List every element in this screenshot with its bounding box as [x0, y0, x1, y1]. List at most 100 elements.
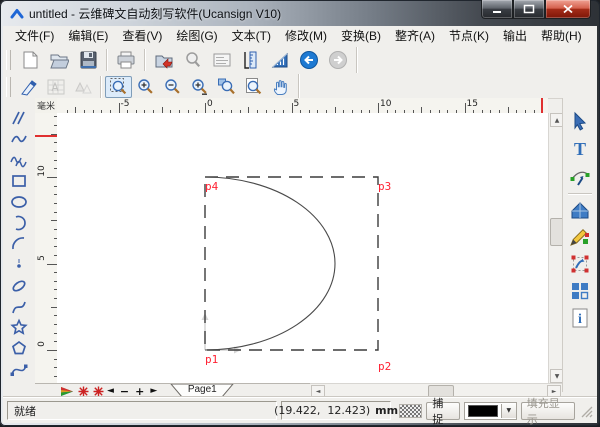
next-page-icon[interactable]: ► [147, 386, 160, 396]
page-tab[interactable]: Page1 [170, 384, 234, 398]
transform-object-button[interactable] [566, 251, 594, 277]
knife-tool-button[interactable] [15, 76, 42, 98]
block-palette-icon [569, 280, 591, 302]
toolbar-edge [298, 74, 299, 100]
zoom-object-button[interactable] [213, 76, 240, 98]
forward-button[interactable] [323, 46, 352, 74]
new-file-button[interactable] [15, 46, 44, 74]
svg-text:i: i [578, 312, 582, 327]
menu-file[interactable]: 文件(F) [8, 26, 61, 45]
menu-edit[interactable]: 编辑(E) [61, 26, 115, 45]
measure-ruler-icon [241, 50, 261, 70]
zoom-out-button[interactable] [159, 76, 186, 98]
render-3d-button[interactable] [566, 197, 594, 223]
minimize-button[interactable] [481, 0, 513, 19]
bezier-node-tool-button[interactable] [6, 359, 32, 380]
close-button[interactable] [545, 0, 591, 19]
line-icon [9, 108, 29, 128]
layers-flag-icon[interactable] [60, 386, 74, 397]
import-button[interactable] [149, 46, 178, 74]
back-button[interactable] [294, 46, 323, 74]
select-tool-button[interactable] [566, 109, 594, 135]
array-tool-button-disabled [42, 76, 69, 98]
rotated-ellipse-tool-button[interactable] [6, 275, 32, 296]
pan-hand-button[interactable] [267, 76, 294, 98]
menu-view[interactable]: 查看(V) [115, 26, 169, 45]
drawing-canvas[interactable]: p1 p2 p3 p4 [57, 113, 548, 383]
menu-node[interactable]: 节点(K) [442, 26, 496, 45]
protractor-button[interactable] [265, 46, 294, 74]
zoom-window-button[interactable] [105, 76, 132, 98]
text-tool-button[interactable]: T [566, 136, 594, 162]
menu-align[interactable]: 整齐(A) [388, 26, 442, 45]
arc-segment-tool-button[interactable] [6, 233, 32, 254]
v-ruler-label: 5 [37, 252, 49, 264]
pen-color-swatch [468, 405, 498, 417]
zoom-object-icon [217, 77, 236, 96]
zoom-page-button[interactable] [240, 76, 267, 98]
text-tool-icon: T [569, 138, 591, 160]
star-tool-button[interactable] [6, 317, 32, 338]
spline-tool-button[interactable] [6, 296, 32, 317]
node-edit-tool-button[interactable] [566, 163, 594, 189]
knife-tool-icon [19, 77, 39, 97]
remove-page-icon[interactable]: − [117, 385, 132, 398]
standard-toolbar [3, 45, 597, 76]
zoom-in-button[interactable] [132, 76, 159, 98]
text-note-button[interactable] [207, 46, 236, 74]
redraw-icon[interactable] [78, 386, 89, 397]
node-edit-icon [569, 165, 591, 187]
block-palette-button[interactable] [566, 278, 594, 304]
point-label-p2: p2 [378, 360, 391, 373]
menu-output[interactable]: 输出 [496, 26, 534, 45]
ellipse-icon [9, 192, 29, 212]
menu-bar: 文件(F) 编辑(E) 查看(V) 绘图(G) 文本(T) 修改(M) 变换(B… [3, 26, 597, 46]
chevron-down-icon[interactable]: ▼ [501, 404, 516, 418]
arc-tool-button[interactable] [6, 212, 32, 233]
cursor-marker-h [541, 98, 543, 113]
measure-ruler-button[interactable] [236, 46, 265, 74]
menu-transform[interactable]: 变换(B) [334, 26, 388, 45]
polyline-tool-button[interactable] [6, 128, 32, 149]
menu-help[interactable]: 帮助(H) [534, 26, 589, 45]
pen-color-selector[interactable]: ▼ [464, 402, 517, 420]
print-icon [116, 50, 136, 70]
prev-page-icon[interactable]: ◄ [104, 386, 117, 396]
save-file-button[interactable] [73, 46, 102, 74]
toolbar-grip[interactable] [6, 50, 11, 70]
point-icon [9, 255, 29, 275]
transform-object-icon [569, 253, 591, 275]
material-editor-icon [569, 226, 591, 248]
toolbar-grip[interactable] [6, 77, 11, 97]
h-ruler-label: 0 [207, 99, 213, 109]
zoom-dynamic-button[interactable] [186, 76, 213, 98]
open-file-button[interactable] [44, 46, 73, 74]
open-file-icon [49, 50, 69, 70]
snap-button[interactable]: 捕捉 [426, 402, 459, 420]
app-window: untitled - 云维碑文自动刻写软件(Ucansign V10) 文件(F… [0, 0, 600, 426]
material-editor-button[interactable] [566, 224, 594, 250]
ellipse-tool-button[interactable] [6, 191, 32, 212]
menu-modify[interactable]: 修改(M) [278, 26, 334, 45]
v-ruler-label: 0 [37, 338, 49, 350]
object-info-button[interactable]: i [566, 305, 594, 331]
polygon-tool-button[interactable] [6, 338, 32, 359]
h-ruler-label: -5 [121, 99, 130, 109]
h-ruler-label: 15 [467, 99, 478, 109]
resize-grip-icon[interactable] [579, 404, 593, 418]
menu-draw[interactable]: 绘图(G) [169, 26, 224, 45]
print-button[interactable] [111, 46, 140, 74]
preview-button[interactable] [178, 46, 207, 74]
menu-text[interactable]: 文本(T) [225, 26, 278, 45]
maximize-button[interactable] [513, 0, 545, 19]
point-tool-button[interactable] [6, 254, 32, 275]
vertical-scrollbar[interactable]: ▲ ▼ [548, 113, 563, 383]
add-page-icon[interactable]: + [132, 385, 147, 398]
grid-toggle-icon[interactable] [399, 404, 422, 418]
v-ruler: 1050 [35, 113, 58, 383]
zoom-dynamic-icon [190, 77, 209, 96]
line-tool-button[interactable] [6, 107, 32, 128]
refresh-icon[interactable] [93, 386, 104, 397]
multi-curve-tool-button[interactable] [6, 149, 32, 170]
rectangle-tool-button[interactable] [6, 170, 32, 191]
